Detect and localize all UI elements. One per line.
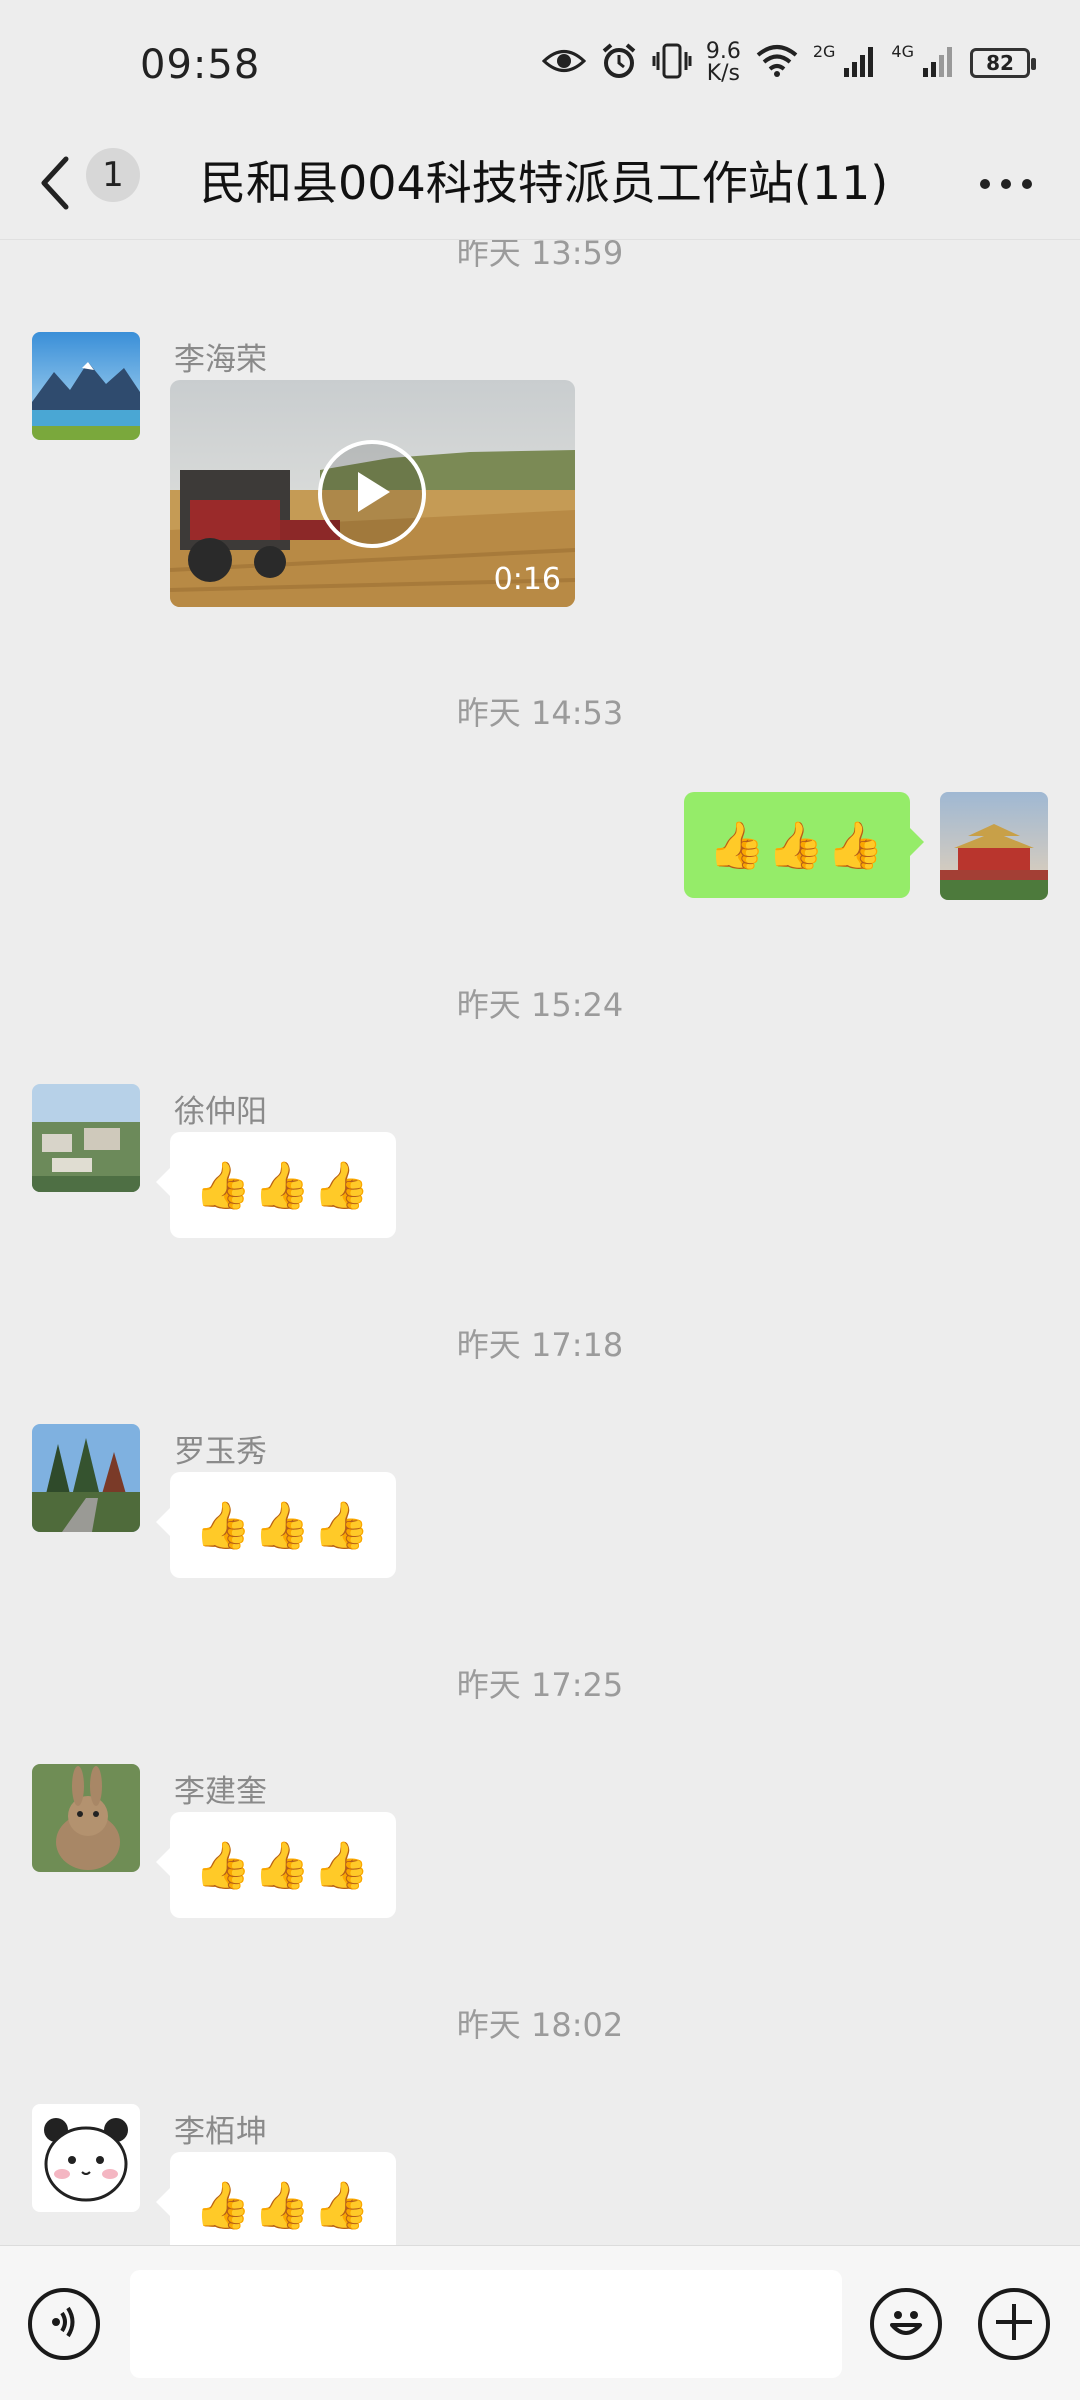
network-speed-value: 9.6 — [705, 39, 741, 64]
message-timestamp: 昨天 13:59 — [456, 240, 624, 272]
network-speed: 9.6 K/s — [706, 41, 741, 85]
avatar[interactable] — [32, 1084, 140, 1192]
avatar[interactable] — [32, 2104, 140, 2212]
chat-header: 1 民和县004科技特派员工作站(11) — [0, 130, 1080, 240]
avatar[interactable] — [32, 1424, 140, 1532]
play-icon[interactable] — [352, 470, 392, 518]
chat-message-list[interactable]: 昨天 13:59 李海荣 0:16 昨天 14:53 👍👍👍 昨天 15:24 … — [0, 240, 1080, 2245]
status-time: 09:58 — [140, 42, 261, 88]
wifi-icon — [755, 44, 799, 82]
video-duration: 0:16 — [493, 562, 561, 597]
message-timestamp: 昨天 17:18 — [456, 1326, 624, 1364]
sender-name: 李海荣 — [174, 342, 267, 378]
message-timestamp: 昨天 14:53 — [456, 694, 624, 732]
status-bar: 09:58 9.6 K/s 2G 4G 82 — [0, 0, 1080, 130]
message-bubble[interactable]: 👍👍👍 — [156, 1132, 396, 1238]
voice-icon[interactable] — [44, 2302, 84, 2346]
sender-name: 李栢坤 — [174, 2114, 267, 2150]
play-button[interactable] — [318, 440, 426, 548]
avatar[interactable] — [32, 332, 140, 440]
sender-name: 徐仲阳 — [174, 1094, 267, 1130]
battery-level: 82 — [986, 51, 1014, 75]
message-bubble[interactable]: 👍👍👍 — [156, 1812, 396, 1918]
plus-button[interactable] — [978, 2288, 1050, 2360]
message-input[interactable] — [130, 2270, 842, 2378]
network-tag-2g: 2G — [812, 41, 836, 61]
video-message[interactable]: 0:16 — [170, 380, 575, 607]
page-title: 民和县004科技特派员工作站(11) — [200, 156, 889, 210]
input-bar — [0, 2245, 1080, 2400]
my-message-bubble[interactable]: 👍👍👍 — [684, 792, 924, 898]
message-timestamp: 昨天 17:25 — [456, 1666, 624, 1704]
message-bubble[interactable]: 👍👍👍 — [156, 1472, 396, 1578]
message-timestamp: 昨天 15:24 — [456, 986, 624, 1024]
network-tag-4g: 4G — [891, 41, 914, 61]
sender-name: 罗玉秀 — [174, 1434, 267, 1470]
more-dots-icon[interactable] — [978, 176, 1034, 195]
message-bubble[interactable]: 👍👍👍 — [156, 2152, 396, 2245]
plus-icon[interactable] — [992, 2300, 1036, 2348]
message-timestamp: 昨天 18:02 — [456, 2006, 624, 2044]
status-icons: 9.6 K/s 2G 4G 82 — [541, 38, 1036, 88]
emoji-button[interactable] — [870, 2288, 942, 2360]
battery-icon: 82 — [970, 48, 1036, 78]
avatar[interactable] — [32, 1764, 140, 1872]
chevron-left-icon[interactable] — [38, 155, 72, 215]
eye-icon — [541, 46, 587, 80]
more-button[interactable] — [968, 160, 1044, 210]
emoji-icon[interactable] — [881, 2297, 931, 2351]
signal-icon — [843, 44, 877, 82]
vibrate-icon — [652, 42, 692, 84]
my-avatar[interactable] — [940, 792, 1048, 900]
voice-button[interactable] — [28, 2288, 100, 2360]
alarm-icon — [600, 42, 638, 84]
sender-name: 李建奎 — [174, 1774, 267, 1810]
network-speed-unit: K/s — [706, 61, 740, 86]
unread-count-badge[interactable]: 1 — [86, 148, 140, 202]
signal-icon — [922, 44, 956, 82]
